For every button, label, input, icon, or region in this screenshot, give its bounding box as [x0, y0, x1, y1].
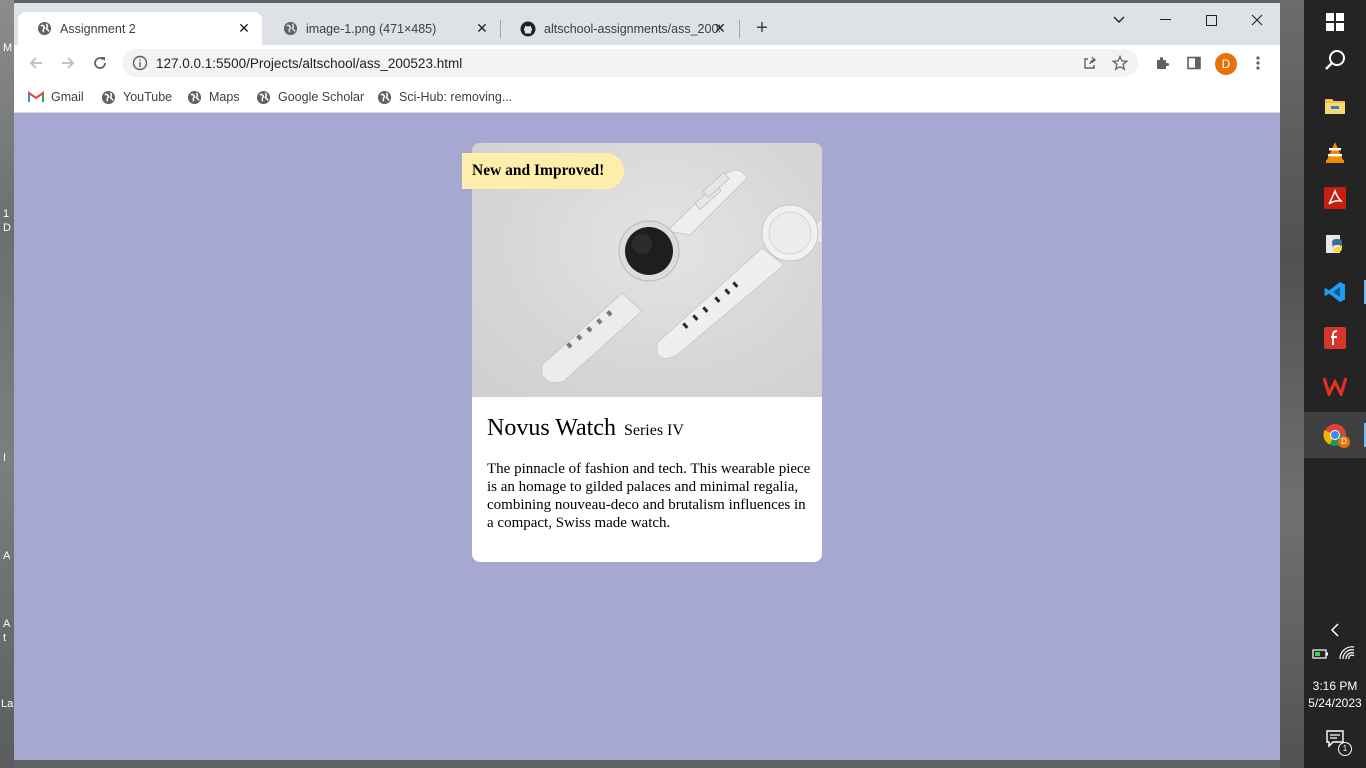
new-badge: New and Improved!	[462, 153, 624, 189]
address-bar[interactable]: 127.0.0.1:5500/Projects/altschool/ass_20…	[122, 49, 1138, 77]
desktop-fragment: 1	[3, 208, 10, 220]
close-tab-icon[interactable]: ✕	[474, 20, 490, 36]
clock-time: 3:16 PM	[1312, 679, 1358, 693]
globe-icon	[282, 21, 298, 37]
globe-icon	[36, 21, 52, 37]
file-explorer-icon[interactable]	[1304, 84, 1366, 128]
tab-separator	[739, 20, 740, 38]
minimize-button[interactable]	[1143, 7, 1187, 33]
globe-icon	[186, 89, 202, 105]
foxit-icon[interactable]	[1304, 316, 1366, 360]
product-series: Series IV	[623, 422, 684, 439]
bookmark-label: Gmail	[51, 90, 84, 104]
tab-assignment-2[interactable]: Assignment 2 ✕	[18, 12, 262, 45]
search-icon[interactable]	[1304, 38, 1366, 82]
close-window-button[interactable]	[1235, 7, 1279, 33]
tab-bar: Assignment 2 ✕ image-1.png (471×485) ✕ a…	[14, 3, 1280, 45]
url-text: 127.0.0.1:5500/Projects/altschool/ass_20…	[156, 55, 463, 71]
product-description: The pinnacle of fashion and tech. This w…	[487, 461, 811, 531]
desktop-fragment: A	[3, 550, 11, 562]
browser-window: Assignment 2 ✕ image-1.png (471×485) ✕ a…	[14, 3, 1280, 760]
bookmark-sci-hub[interactable]: Sci-Hub: removing...	[376, 88, 512, 106]
tab-title: Assignment 2	[60, 21, 136, 36]
bookmark-label: Sci-Hub: removing...	[399, 90, 513, 104]
desktop-wallpaper-right	[1280, 0, 1304, 768]
bookmark-youtube[interactable]: YouTube	[100, 88, 172, 106]
site-info-icon[interactable]	[132, 55, 148, 71]
vlc-icon[interactable]	[1304, 130, 1366, 174]
chrome-profile-badge: D	[1338, 436, 1350, 448]
desktop-fragment: La	[1, 698, 14, 710]
desktop-wallpaper-left: M 1 D I A A t La	[0, 0, 14, 768]
wifi-icon[interactable]	[1338, 645, 1358, 665]
github-icon	[520, 21, 536, 37]
tab-github[interactable]: altschool-assignments/ass_20052 ✕	[502, 12, 738, 45]
bookmark-label: YouTube	[123, 90, 173, 104]
share-icon[interactable]	[1080, 53, 1100, 73]
battery-icon[interactable]	[1312, 647, 1332, 667]
globe-icon	[100, 89, 116, 105]
tab-title: altschool-assignments/ass_20052	[544, 21, 720, 36]
tab-separator	[500, 20, 501, 38]
windows-taskbar: D 3:16 PM 5/24/2023 1	[1304, 0, 1366, 768]
forward-button[interactable]	[56, 51, 80, 75]
chrome-taskbar-icon[interactable]: D	[1304, 412, 1366, 458]
clock-date: 5/24/2023	[1308, 696, 1362, 710]
system-clock[interactable]: 3:16 PM 5/24/2023	[1304, 678, 1366, 712]
globe-icon	[376, 89, 392, 105]
bookmarks-bar: Gmail YouTube Maps Google Scholar Sci-Hu…	[14, 81, 1280, 113]
close-tab-icon[interactable]: ✕	[712, 20, 728, 36]
bookmark-label: Google Scholar	[278, 90, 365, 104]
acrobat-icon[interactable]	[1304, 176, 1366, 220]
product-name: Novus Watch	[487, 415, 616, 441]
star-icon[interactable]	[1110, 53, 1130, 73]
desktop-fragment: t	[3, 632, 7, 644]
vscode-icon[interactable]	[1304, 270, 1366, 314]
notification-count-badge: 1	[1338, 742, 1352, 756]
new-tab-button[interactable]: +	[752, 18, 772, 38]
reload-button[interactable]	[88, 51, 112, 75]
product-title: Novus Watch Series IV	[487, 415, 684, 442]
maximize-button[interactable]	[1189, 7, 1233, 33]
wps-office-icon[interactable]	[1304, 364, 1366, 408]
bookmark-label: Maps	[209, 90, 240, 104]
desktop-fragment: D	[3, 222, 11, 234]
desktop-fragment: I	[3, 452, 7, 464]
browser-toolbar: 127.0.0.1:5500/Projects/altschool/ass_20…	[14, 45, 1280, 81]
extensions-icon[interactable]	[1150, 51, 1174, 75]
tab-search-button[interactable]	[1097, 7, 1141, 33]
bookmark-gmail[interactable]: Gmail	[28, 88, 84, 106]
tab-title: image-1.png (471×485)	[306, 21, 437, 36]
gmail-icon	[28, 89, 44, 105]
desktop-fragment: A	[3, 618, 11, 630]
menu-icon[interactable]	[1246, 51, 1270, 75]
tab-image-1[interactable]: image-1.png (471×485) ✕	[264, 12, 500, 45]
profile-avatar[interactable]: D	[1215, 53, 1237, 75]
close-tab-icon[interactable]: ✕	[236, 20, 252, 36]
product-card: Novus Watch Series IV The pinnacle of fa…	[472, 143, 822, 562]
back-button[interactable]	[24, 51, 48, 75]
globe-icon	[255, 89, 271, 105]
bookmark-maps[interactable]: Maps	[186, 88, 240, 106]
notifications-icon[interactable]: 1	[1304, 716, 1366, 760]
bookmark-google-scholar[interactable]: Google Scholar	[255, 88, 364, 106]
desktop-fragment: M	[3, 42, 13, 54]
page-viewport: Novus Watch Series IV The pinnacle of fa…	[14, 113, 1280, 760]
python-icon[interactable]	[1304, 222, 1366, 266]
side-panel-icon[interactable]	[1182, 51, 1206, 75]
